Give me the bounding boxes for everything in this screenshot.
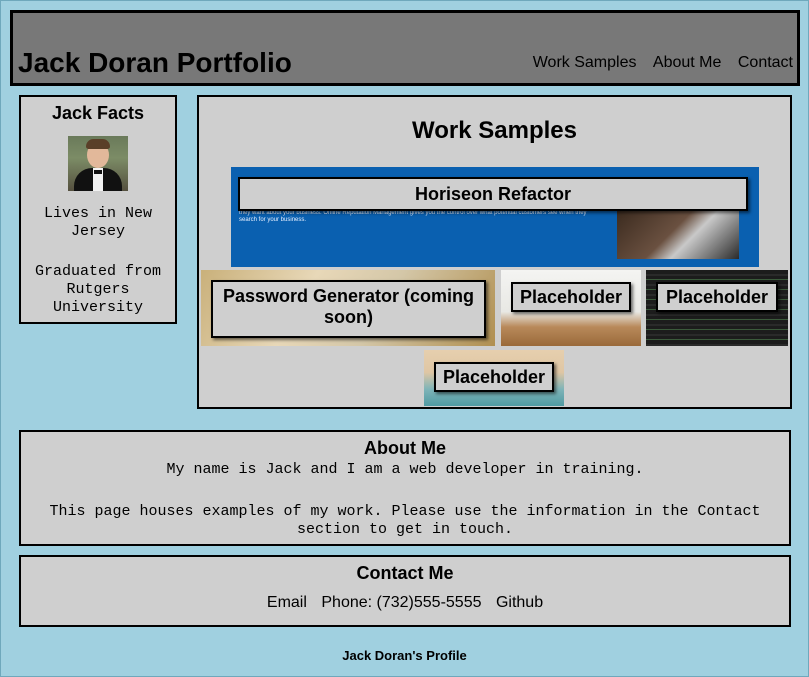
placeholder-label-2[interactable]: Placeholder xyxy=(656,282,778,312)
site-title: Jack Doran Portfolio xyxy=(18,47,292,78)
main-nav: Work Samples About Me Contact xyxy=(521,54,793,72)
nav-about-me[interactable]: About Me xyxy=(653,54,721,71)
contact-links: Email Phone: (732)555-5555 Github xyxy=(21,594,789,612)
jack-facts-panel: Jack Facts Lives in New Jersey Graduated… xyxy=(19,95,177,324)
about-me-heading: About Me xyxy=(364,438,446,458)
about-description-text: This page houses examples of my work. Pl… xyxy=(49,503,761,538)
contact-github-link[interactable]: Github xyxy=(496,594,543,611)
placeholder-tile-2[interactable]: Placeholder xyxy=(646,270,788,346)
about-intro-text: My name is Jack and I am a web developer… xyxy=(166,461,644,478)
password-generator-label[interactable]: Password Generator (coming soon) xyxy=(211,280,486,338)
profile-photo xyxy=(68,136,128,191)
contact-me-heading: Contact Me xyxy=(356,563,454,583)
work-samples-section: Work Samples they want about your busine… xyxy=(197,95,792,409)
laptop-image xyxy=(617,209,739,259)
fact-location: Lives in New Jersey xyxy=(43,205,153,240)
horiseon-refactor-label[interactable]: Horiseon Refactor xyxy=(238,177,748,211)
nav-work-samples[interactable]: Work Samples xyxy=(533,54,637,71)
nav-contact[interactable]: Contact xyxy=(738,54,793,71)
site-header: Jack Doran Portfolio Work Samples About … xyxy=(10,10,800,86)
facts-heading: Jack Facts xyxy=(51,103,145,123)
horiseon-refactor-tile[interactable]: they want about your business. Online Re… xyxy=(231,167,759,267)
work-samples-heading: Work Samples xyxy=(412,117,577,144)
placeholder-tile-3[interactable]: Placeholder xyxy=(424,350,564,406)
page-footer: Jack Doran's Profile xyxy=(342,648,467,663)
fact-education: Graduated from Rutgers University xyxy=(34,263,162,316)
placeholder-label-3[interactable]: Placeholder xyxy=(434,362,554,392)
password-generator-tile[interactable]: Password Generator (coming soon) xyxy=(201,270,495,346)
contact-phone: Phone: (732)555-5555 xyxy=(321,594,482,611)
about-me-section: About Me My name is Jack and I am a web … xyxy=(19,430,791,546)
placeholder-tile-1[interactable]: Placeholder xyxy=(501,270,641,346)
contact-email-link[interactable]: Email xyxy=(267,594,307,611)
placeholder-label-1[interactable]: Placeholder xyxy=(511,282,631,312)
contact-me-section: Contact Me Email Phone: (732)555-5555 Gi… xyxy=(19,555,791,627)
horiseon-preview-text: they want about your business. Online Re… xyxy=(239,210,587,223)
